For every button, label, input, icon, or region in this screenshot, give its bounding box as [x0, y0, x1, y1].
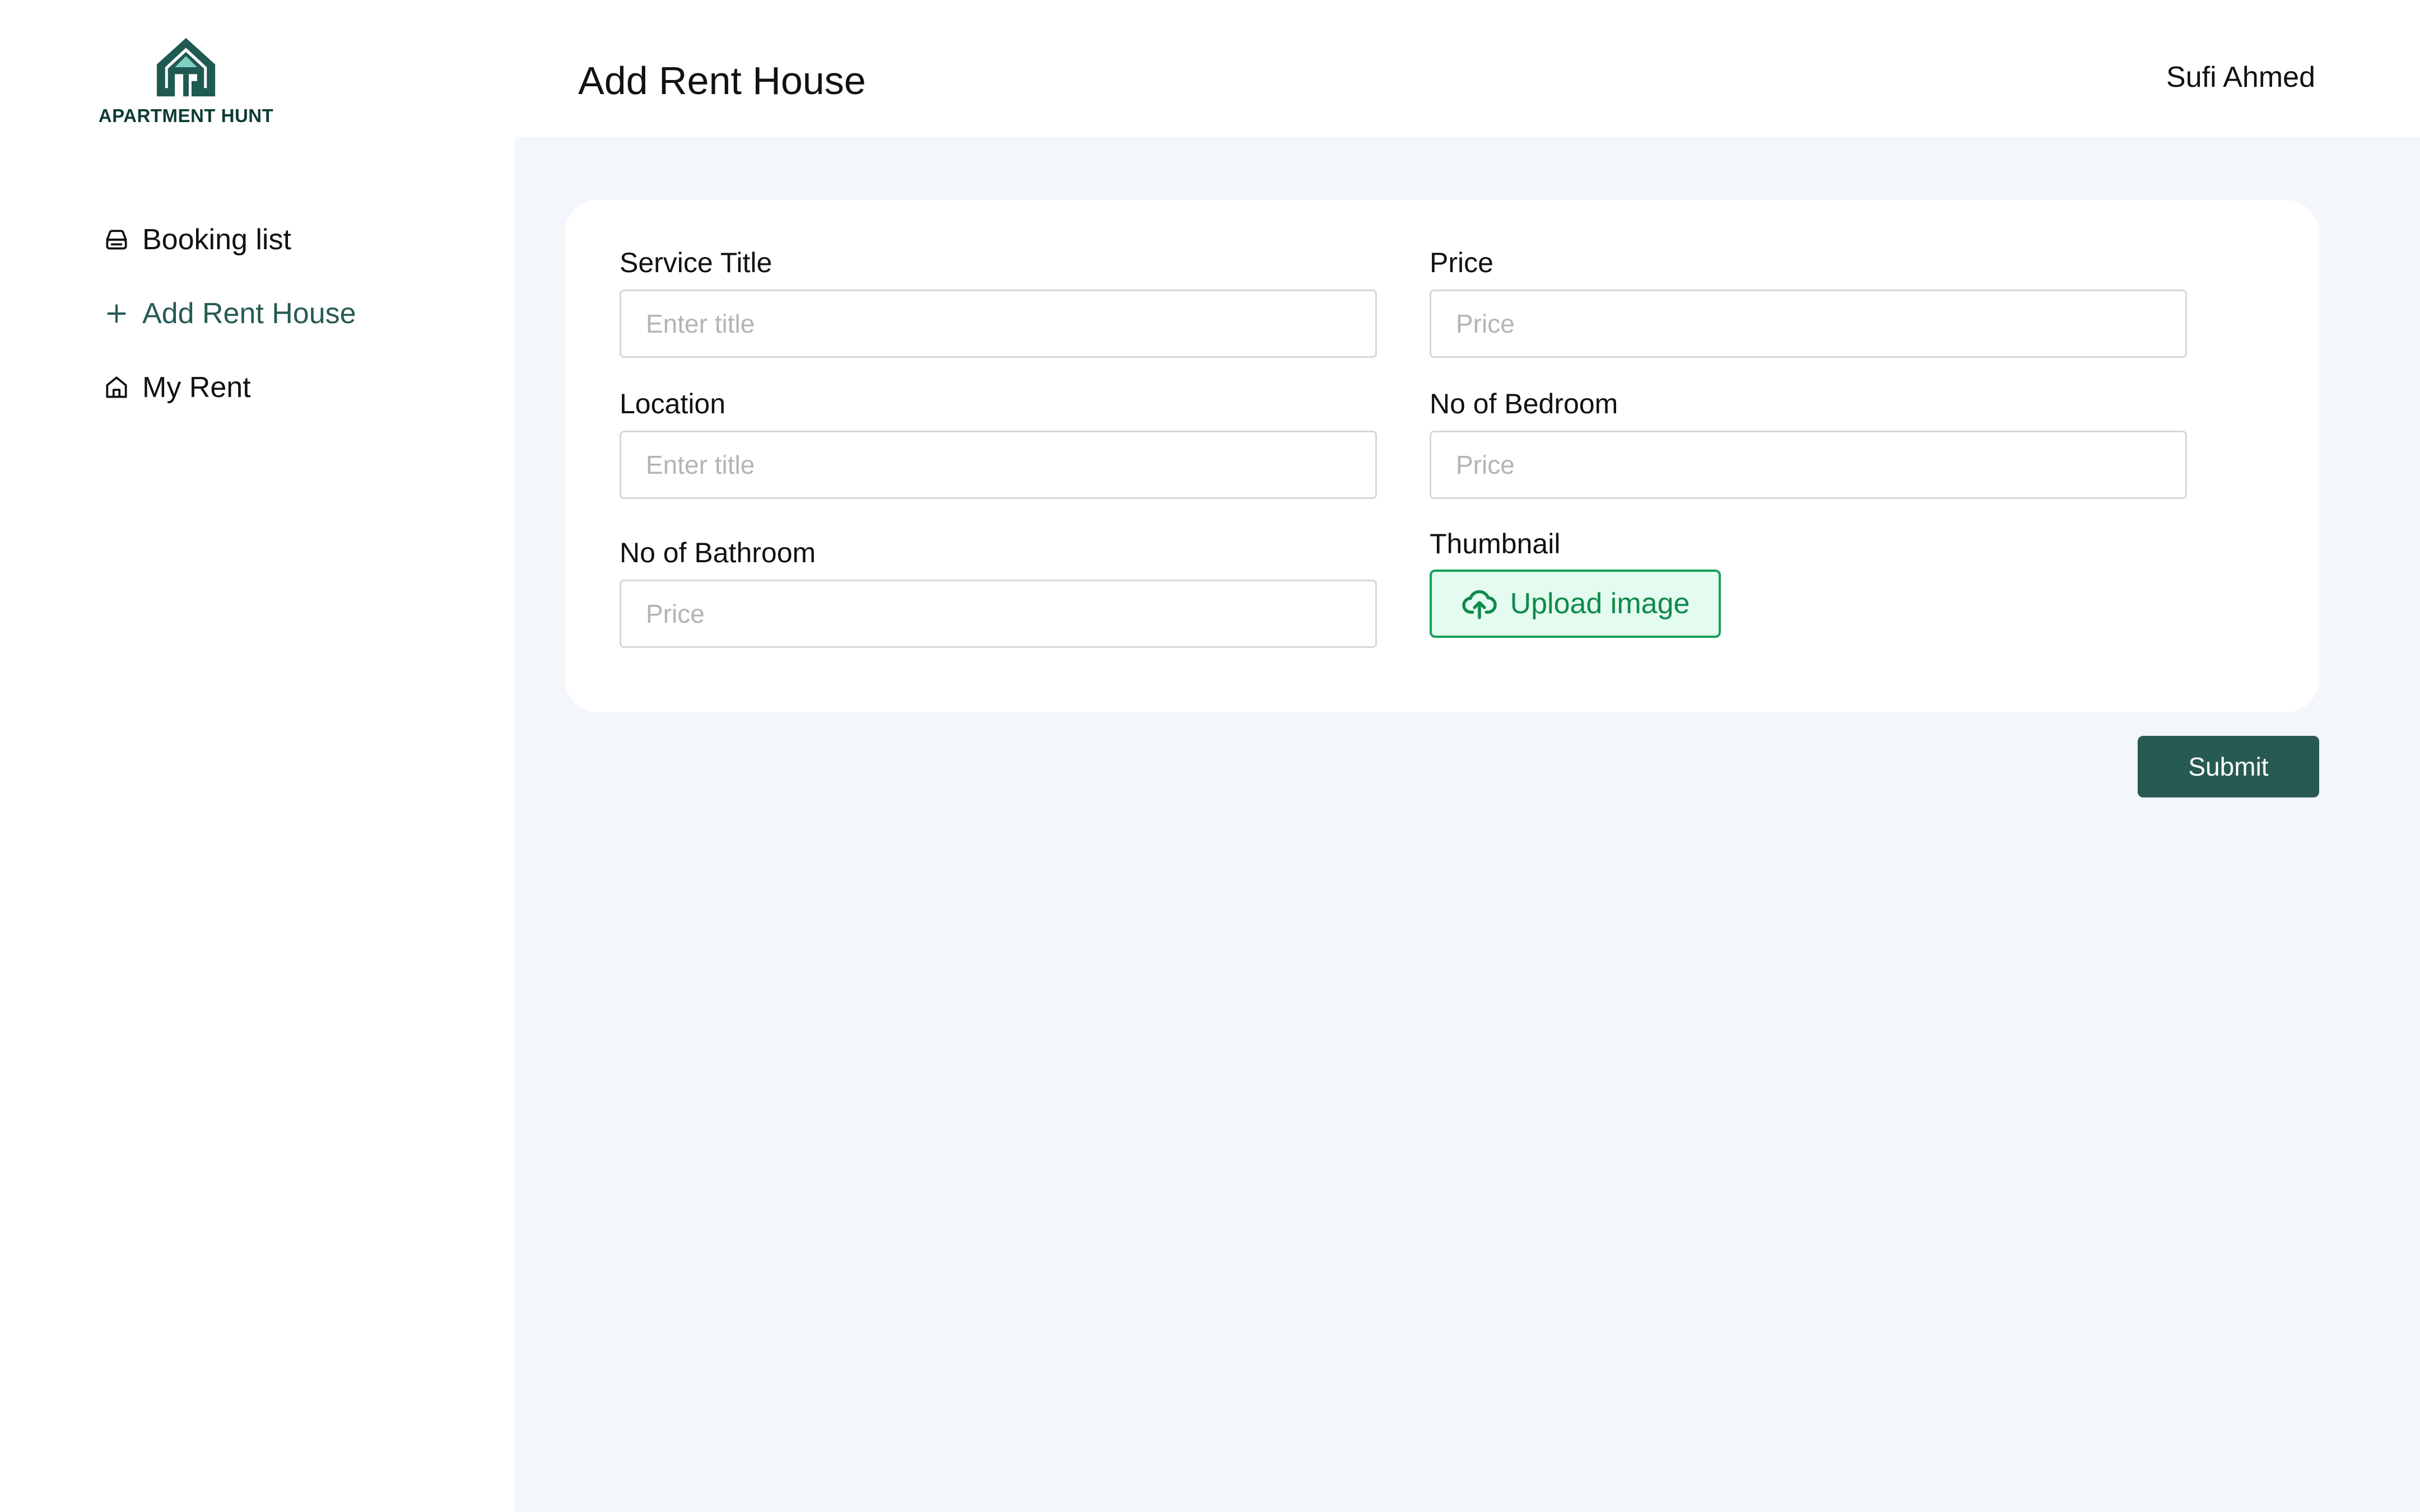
- page-title: Add Rent House: [578, 59, 866, 102]
- bathroom-input[interactable]: [620, 580, 1377, 648]
- bedroom-label: No of Bedroom: [1430, 388, 1618, 419]
- sidebar-item-booking-list[interactable]: Booking list: [101, 217, 356, 262]
- upload-image-label: Upload image: [1510, 587, 1690, 620]
- bedroom-field: No of Bedroom: [1430, 386, 2187, 499]
- home-icon: [101, 372, 132, 403]
- add-rent-house-form: Service Title Price Location No of Bedro…: [565, 200, 2319, 712]
- location-label: Location: [620, 388, 726, 419]
- bathroom-label: No of Bathroom: [620, 537, 816, 568]
- submit-button[interactable]: Submit: [2138, 736, 2319, 797]
- thumbnail-field: Thumbnail Upload image: [1430, 526, 1721, 638]
- house-logo-icon: [156, 38, 216, 97]
- plus-icon: [101, 298, 132, 329]
- bedroom-input[interactable]: [1430, 431, 2187, 499]
- upload-cloud-icon: [1462, 590, 1497, 619]
- inbox-icon: [101, 224, 132, 255]
- user-name[interactable]: Sufi Ahmed: [2166, 60, 2315, 94]
- sidebar-item-label: Add Rent House: [142, 297, 356, 330]
- sidebar: APARTMENT HUNT Booking list Add Rent Hou…: [0, 0, 515, 1512]
- price-label: Price: [1430, 247, 1493, 278]
- header: Add Rent House Sufi Ahmed: [515, 0, 2420, 137]
- brand-logo[interactable]: APARTMENT HUNT: [99, 32, 273, 133]
- upload-image-button[interactable]: Upload image: [1430, 570, 1721, 638]
- sidebar-nav: Booking list Add Rent House My Rent: [101, 217, 356, 439]
- sidebar-item-label: Booking list: [142, 223, 291, 256]
- brand-name: APARTMENT HUNT: [98, 105, 274, 126]
- service-title-field: Service Title: [620, 245, 1377, 358]
- sidebar-item-add-rent-house[interactable]: Add Rent House: [101, 291, 356, 336]
- sidebar-item-label: My Rent: [142, 371, 251, 404]
- service-title-label: Service Title: [620, 247, 772, 278]
- price-input[interactable]: [1430, 290, 2187, 358]
- service-title-input[interactable]: [620, 290, 1377, 358]
- sidebar-item-my-rent[interactable]: My Rent: [101, 365, 356, 410]
- location-field: Location: [620, 386, 1377, 499]
- thumbnail-label: Thumbnail: [1430, 528, 1561, 559]
- location-input[interactable]: [620, 431, 1377, 499]
- bathroom-field: No of Bathroom: [620, 535, 1377, 648]
- price-field: Price: [1430, 245, 2187, 358]
- main-content: Service Title Price Location No of Bedro…: [515, 137, 2420, 1512]
